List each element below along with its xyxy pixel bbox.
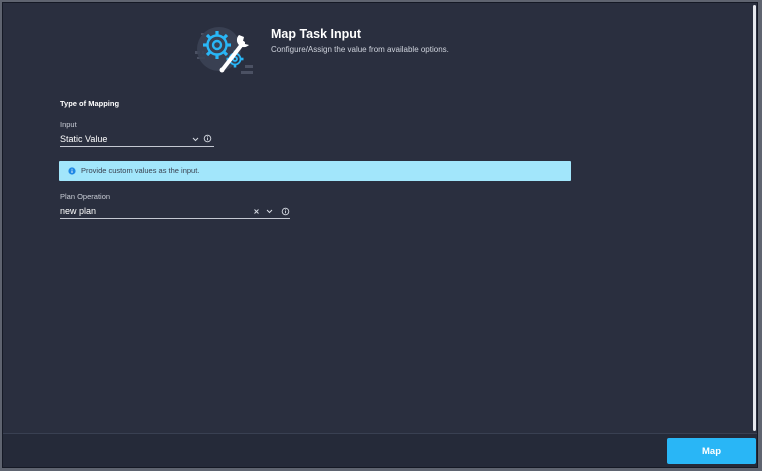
info-filled-icon: [68, 167, 76, 175]
info-banner: Provide custom values as the input.: [59, 161, 571, 181]
input-select-value: Static Value: [60, 134, 108, 144]
info-icon[interactable]: [281, 207, 290, 216]
page-title: Map Task Input: [271, 27, 362, 41]
clear-icon[interactable]: [253, 208, 260, 215]
chevron-down-icon[interactable]: [266, 208, 273, 215]
page-subtitle: Configure/Assign the value from availabl…: [271, 45, 449, 54]
plan-operation-select[interactable]: new plan: [60, 205, 290, 219]
plan-operation-label: Plan Operation: [60, 192, 111, 201]
scrollbar[interactable]: [752, 3, 757, 433]
info-banner-text: Provide custom values as the input.: [81, 166, 200, 175]
input-select[interactable]: Static Value: [60, 133, 214, 147]
map-button[interactable]: Map: [667, 438, 756, 464]
plan-operation-value: new plan: [60, 206, 97, 216]
dialog-footer: Map: [3, 433, 757, 467]
gear-wrench-icon: [195, 27, 253, 74]
section-title-type-of-mapping: Type of Mapping: [60, 99, 120, 108]
scrollbar-thumb[interactable]: [753, 5, 756, 431]
chevron-down-icon[interactable]: [192, 136, 199, 143]
map-task-input-dialog: Map Task Input Configure/Assign the valu…: [2, 2, 758, 468]
input-label: Input: [60, 120, 77, 129]
info-icon[interactable]: [203, 134, 212, 143]
